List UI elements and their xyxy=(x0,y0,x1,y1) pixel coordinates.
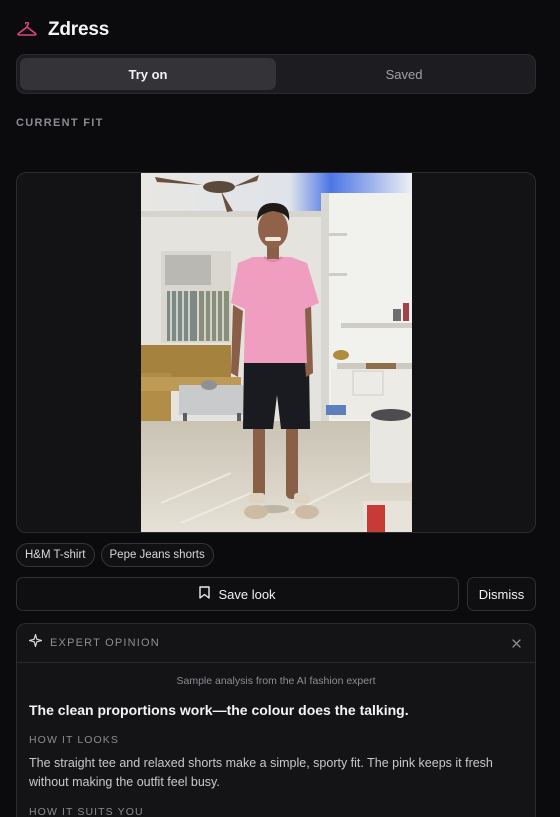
opinion-headline: The clean proportions work—the colour do… xyxy=(29,702,409,718)
bookmark-icon xyxy=(199,586,211,602)
expert-opinion-panel: EXPERT OPINION Sample analysis from the … xyxy=(16,623,536,817)
look-actions: Save look Dismiss xyxy=(16,577,536,611)
outfit-item-chip[interactable]: H&M T-shirt xyxy=(16,543,95,567)
app-header: Zdress xyxy=(16,16,109,44)
close-icon[interactable] xyxy=(509,636,523,650)
section-text-how-it-looks: The straight tee and relaxed shorts make… xyxy=(29,756,493,789)
tab-try-on[interactable]: Try on xyxy=(20,58,276,90)
expert-opinion-header: EXPERT OPINION xyxy=(17,624,535,663)
view-tabs: Try on Saved xyxy=(16,54,536,94)
sparkle-icon xyxy=(28,633,43,652)
outfit-items: H&M T-shirt Pepe Jeans shorts xyxy=(16,543,214,567)
try-on-photo xyxy=(141,173,412,532)
sample-note: Sample analysis from the AI fashion expe… xyxy=(176,675,376,687)
section-title-how-it-suits-you: HOW IT SUITS YOU xyxy=(29,806,144,817)
try-on-photo-card xyxy=(16,172,536,533)
section-title-how-it-looks: HOW IT LOOKS xyxy=(29,734,120,746)
save-look-button[interactable]: Save look xyxy=(16,577,459,611)
tab-saved[interactable]: Saved xyxy=(276,58,532,90)
dismiss-button[interactable]: Dismiss xyxy=(467,577,536,611)
app-title: Zdress xyxy=(48,19,110,40)
outfit-item-chip[interactable]: Pepe Jeans shorts xyxy=(100,543,214,567)
save-look-label: Save look xyxy=(218,586,276,602)
hanger-icon xyxy=(16,19,38,41)
current-fit-label: CURRENT FIT xyxy=(16,117,104,129)
expert-opinion-label: EXPERT OPINION xyxy=(50,637,160,649)
expert-opinion-body: Sample analysis from the AI fashion expe… xyxy=(17,663,535,817)
